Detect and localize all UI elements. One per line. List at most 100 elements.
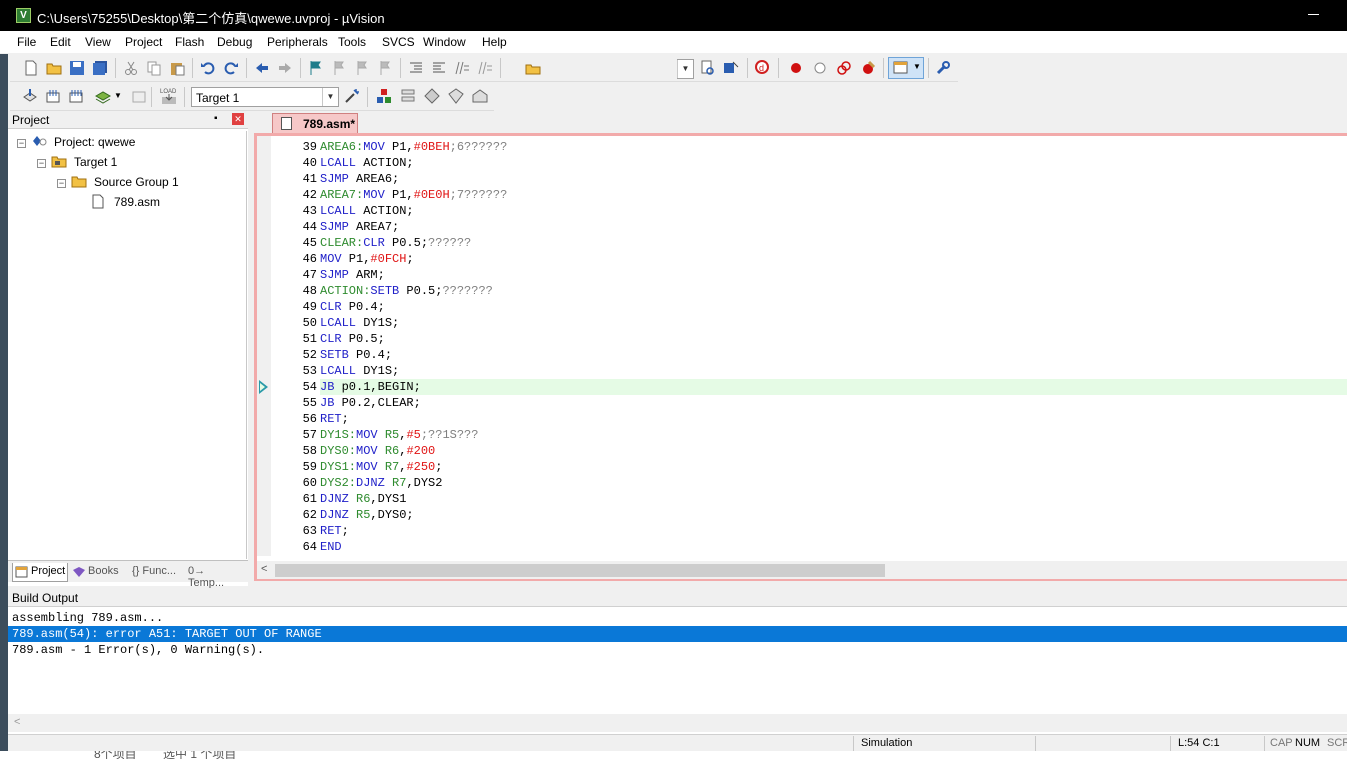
uncomment-icon[interactable] xyxy=(477,60,493,76)
new-file-icon[interactable] xyxy=(23,60,39,76)
find-dropdown[interactable]: ▼ xyxy=(677,59,694,79)
code-text[interactable]: AREA6:MOV P1,#0BEH;6?????? LCALL ACTION; S… xyxy=(320,136,1347,556)
redo-icon[interactable] xyxy=(223,60,239,76)
select-packs-icon[interactable] xyxy=(400,88,416,104)
tab-functions[interactable]: {} Func... xyxy=(128,563,184,582)
code-line[interactable]: SJMP AREA7; xyxy=(320,219,1347,235)
manage-project-items-icon[interactable] xyxy=(376,88,392,104)
code-line[interactable]: DY1S:MOV R5,#5;??1S??? xyxy=(320,427,1347,443)
code-line[interactable]: JB P0.2,CLEAR; xyxy=(320,395,1347,411)
collapse-toggle[interactable]: − xyxy=(17,139,26,148)
target-options-icon[interactable] xyxy=(344,88,360,104)
code-line[interactable]: SJMP ARM; xyxy=(320,267,1347,283)
cut-icon[interactable] xyxy=(123,60,139,76)
code-line[interactable]: CLEAR:CLR P0.5;?????? xyxy=(320,235,1347,251)
comment-icon[interactable] xyxy=(454,60,470,76)
code-line[interactable]: MOV P1,#0FCH; xyxy=(320,251,1347,267)
batch-build-icon[interactable] xyxy=(94,88,112,104)
code-line[interactable]: ACTION:SETB P0.5;??????? xyxy=(320,283,1347,299)
menu-view[interactable]: View xyxy=(85,35,111,49)
horizontal-scrollbar[interactable]: < xyxy=(257,561,1347,579)
code-line[interactable]: LCALL ACTION; xyxy=(320,203,1347,219)
code-line[interactable]: LCALL ACTION; xyxy=(320,155,1347,171)
bookmark-icon[interactable] xyxy=(308,60,324,76)
menu-svcs[interactable]: SVCS xyxy=(382,35,415,49)
code-line[interactable]: RET; xyxy=(320,411,1347,427)
minimize-button[interactable] xyxy=(1308,14,1319,15)
chevron-down-icon[interactable]: ▼ xyxy=(114,91,122,100)
rebuild-icon[interactable] xyxy=(68,88,84,104)
menu-help[interactable]: Help xyxy=(482,35,507,49)
paste-icon[interactable] xyxy=(169,60,185,76)
code-editor[interactable]: 39 40 41 42 43 44 45 46 47 48 49 50 51 52 53 54 55 56 57 58… xyxy=(254,133,1347,581)
target-select[interactable]: Target 1 ▼ xyxy=(191,87,339,107)
menu-file[interactable]: File xyxy=(17,35,36,49)
prev-bookmark-icon[interactable] xyxy=(331,60,347,76)
code-line[interactable]: DYS1:MOV R7,#250; xyxy=(320,459,1347,475)
build-line[interactable]: 789.asm - 1 Error(s), 0 Warning(s). xyxy=(8,642,1347,658)
collapse-toggle[interactable]: − xyxy=(37,159,46,168)
code-line[interactable]: LCALL DY1S; xyxy=(320,315,1347,331)
save-all-icon[interactable] xyxy=(92,60,108,76)
configure-tools-icon[interactable] xyxy=(935,60,951,76)
insert-breakpoint-icon[interactable] xyxy=(788,60,804,76)
tab-books[interactable]: Books xyxy=(70,563,126,582)
tree-target[interactable]: Target 1 xyxy=(74,155,117,169)
code-line[interactable]: DJNZ R6,DYS1 xyxy=(320,491,1347,507)
code-line[interactable]: AREA7:MOV P1,#0E0H;7?????? xyxy=(320,187,1347,203)
open-file-icon[interactable] xyxy=(46,60,62,76)
breakpoint-margin[interactable] xyxy=(257,136,271,556)
build-line-error[interactable]: 789.asm(54): error A51: TARGET OUT OF RA… xyxy=(8,626,1347,642)
menu-edit[interactable]: Edit xyxy=(50,35,71,49)
tab-project[interactable]: Project xyxy=(12,563,68,582)
tab-templates[interactable]: 0→ Temp... xyxy=(186,563,244,589)
code-line[interactable]: SJMP AREA6; xyxy=(320,171,1347,187)
load-download-icon[interactable]: LOAD xyxy=(159,86,179,106)
code-line[interactable]: LCALL DY1S; xyxy=(320,363,1347,379)
find-icon[interactable] xyxy=(700,60,716,76)
unindent-icon[interactable] xyxy=(431,60,447,76)
build-icon[interactable] xyxy=(45,88,61,104)
build-line[interactable]: assembling 789.asm... xyxy=(8,610,1347,626)
scroll-left-icon[interactable]: < xyxy=(14,716,20,728)
incremental-find-icon[interactable] xyxy=(723,60,739,76)
code-line[interactable]: SETB P0.4; xyxy=(320,347,1347,363)
window-layout-dropdown[interactable]: ▼ xyxy=(888,57,924,79)
pin-icon[interactable]: ▪ xyxy=(214,113,218,124)
copy-icon[interactable] xyxy=(146,60,162,76)
translate-icon[interactable] xyxy=(22,88,38,104)
code-line[interactable]: DYS0:MOV R6,#200 xyxy=(320,443,1347,459)
menu-flash[interactable]: Flash xyxy=(175,35,204,49)
navigate-forward-icon[interactable] xyxy=(277,60,293,76)
kill-all-breakpoints-icon[interactable] xyxy=(860,60,876,76)
code-line[interactable]: CLR P0.4; xyxy=(320,299,1347,315)
menu-peripherals[interactable]: Peripherals xyxy=(267,35,328,49)
undo-icon[interactable] xyxy=(200,60,216,76)
multi-project-icon[interactable] xyxy=(472,88,488,104)
tab-789-asm[interactable]: 789.asm* xyxy=(272,113,358,134)
code-line[interactable]: RET; xyxy=(320,523,1347,539)
build-output-scrollbar[interactable]: < xyxy=(8,714,1347,732)
disable-all-breakpoints-icon[interactable] xyxy=(836,60,852,76)
navigate-back-icon[interactable] xyxy=(254,60,270,76)
enable-breakpoint-icon[interactable] xyxy=(812,60,828,76)
scrollbar-thumb[interactable] xyxy=(275,564,885,577)
tree-source-group[interactable]: Source Group 1 xyxy=(94,175,179,189)
menu-window[interactable]: Window xyxy=(423,35,466,49)
manage-run-time-icon[interactable] xyxy=(424,88,440,104)
tree-file[interactable]: 789.asm xyxy=(114,195,160,209)
pack-installer-icon[interactable] xyxy=(448,88,464,104)
next-bookmark-icon[interactable] xyxy=(354,60,370,76)
stop-build-icon[interactable] xyxy=(131,88,147,104)
save-icon[interactable] xyxy=(69,60,85,76)
code-line[interactable]: AREA6:MOV P1,#0BEH;6?????? xyxy=(320,139,1347,155)
start-debug-icon[interactable]: d xyxy=(755,60,771,76)
code-line[interactable]: DJNZ R5,DYS0; xyxy=(320,507,1347,523)
current-code-line[interactable]: JB p0.1,BEGIN; xyxy=(320,379,1347,395)
tree-project[interactable]: Project: qwewe xyxy=(54,135,135,149)
clear-bookmarks-icon[interactable] xyxy=(377,60,393,76)
code-line[interactable]: DYS2:DJNZ R7,DYS2 xyxy=(320,475,1347,491)
close-icon[interactable]: ✕ xyxy=(232,113,244,125)
indent-icon[interactable] xyxy=(408,60,424,76)
code-line[interactable]: CLR P0.5; xyxy=(320,331,1347,347)
